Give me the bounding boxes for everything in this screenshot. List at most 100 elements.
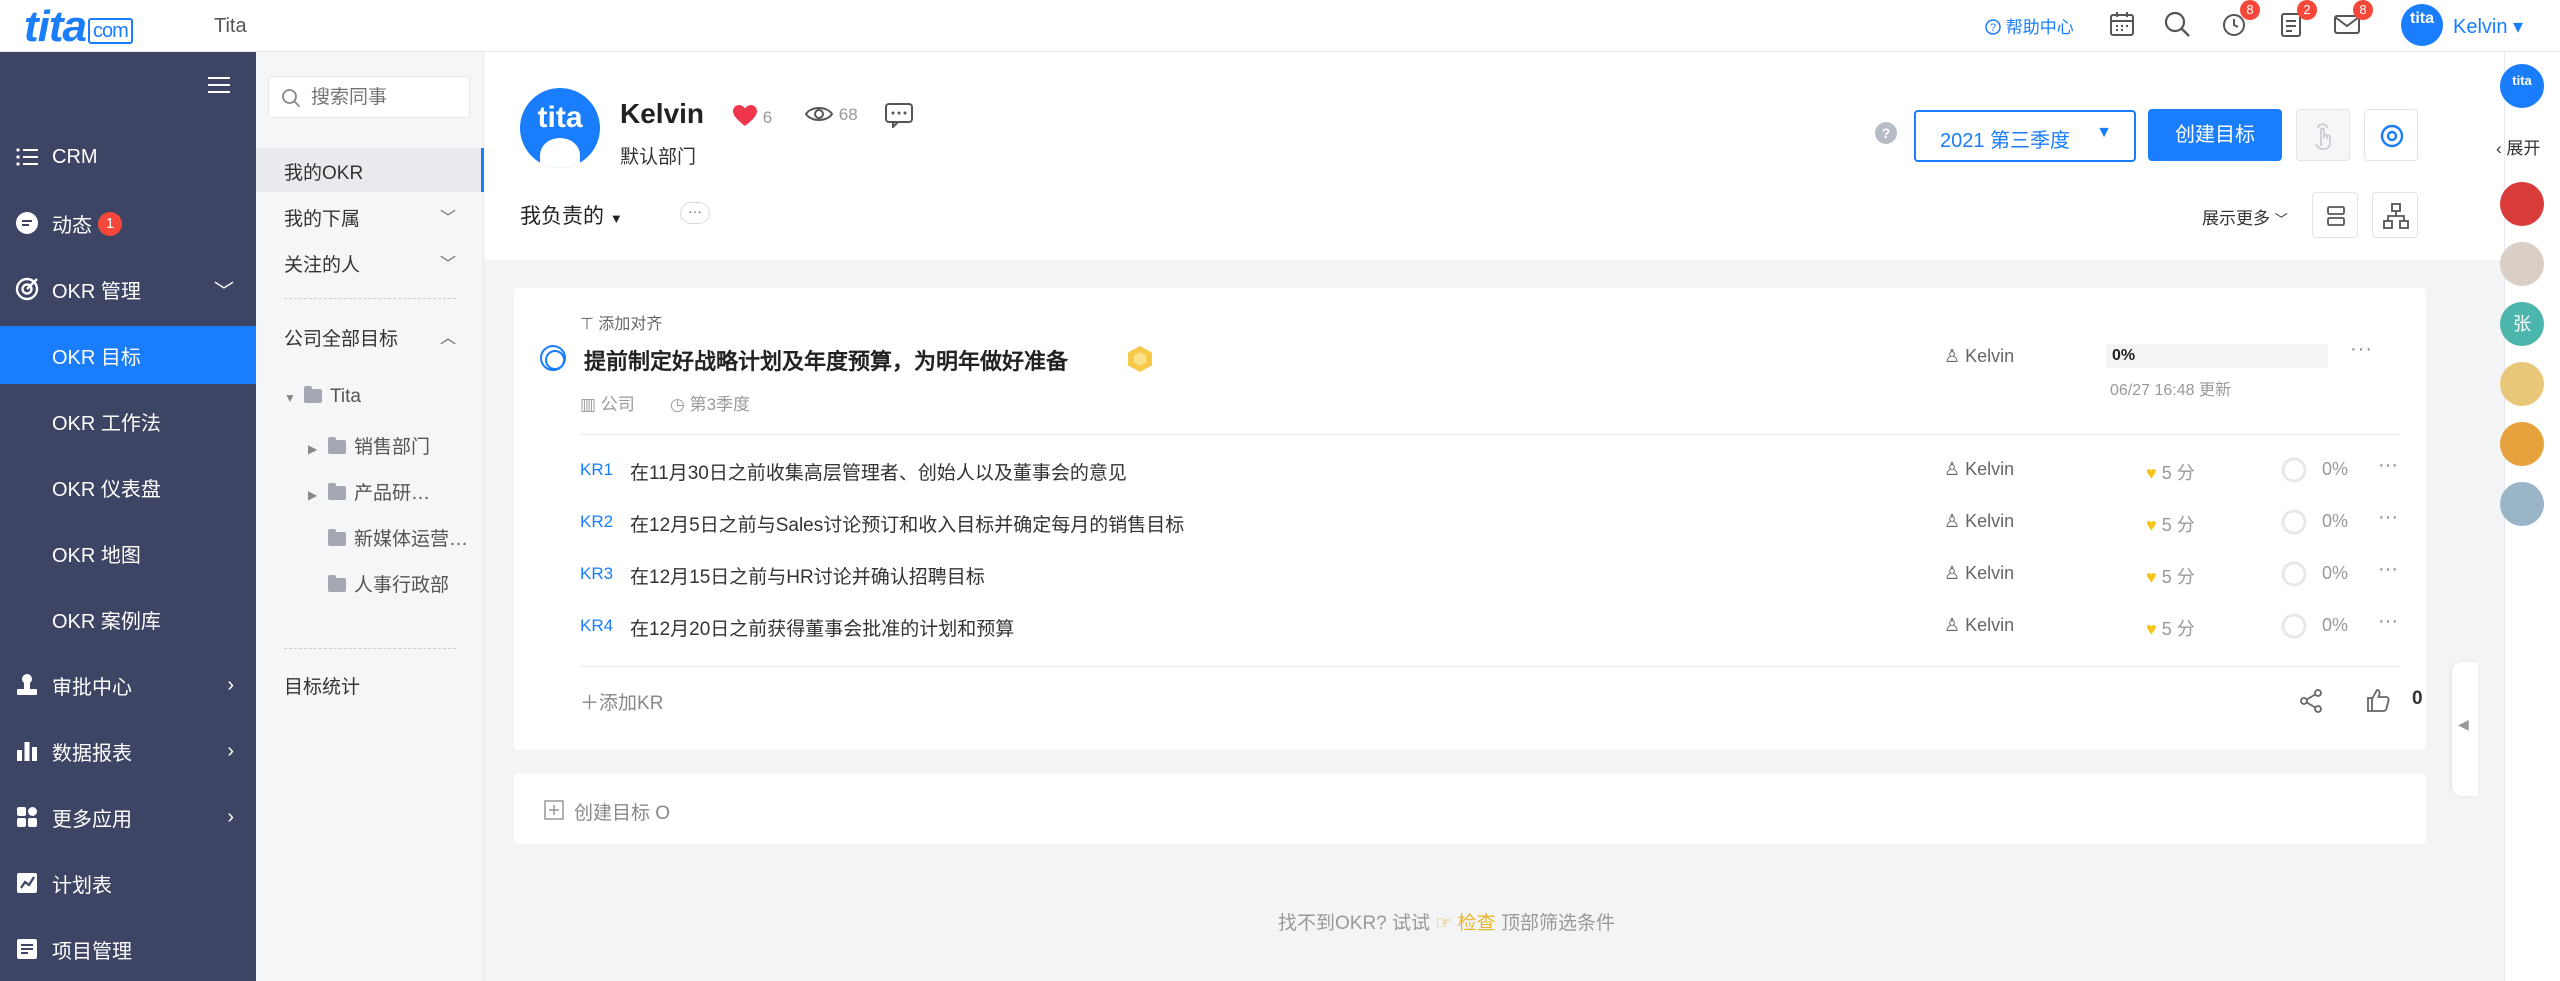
project-icon [17, 939, 37, 959]
folder-icon [328, 483, 346, 500]
tree-view-button[interactable] [2372, 192, 2418, 238]
touch-button[interactable] [2296, 109, 2350, 161]
kr-more-icon[interactable]: ··· [2378, 454, 2398, 477]
divider [284, 648, 456, 649]
quarter-select[interactable]: 2021 第三季度 ▼ [1914, 110, 2136, 162]
kr-row[interactable]: KR2 在12月5日之前与Sales讨论预订和收入目标并确定每月的销售目标 ♙ … [514, 502, 2426, 542]
building-icon: ▥ [580, 395, 597, 414]
tree-node-sales[interactable]: ▶ 销售部门 [308, 432, 430, 459]
tree-node-tita[interactable]: ▼ Tita [284, 386, 361, 408]
objective-more-icon[interactable]: ··· [2350, 338, 2373, 361]
menu-toggle-icon[interactable] [208, 76, 230, 94]
sidebar-item-okr-cases[interactable]: OKR 案例库 [0, 590, 256, 648]
heart-icon [733, 105, 757, 126]
create-goal-button[interactable]: 创建目标 [2148, 109, 2282, 161]
nav-followed[interactable]: 关注的人 ﹀ [256, 240, 484, 284]
create-objective-card[interactable]: 创建目标 O [514, 774, 2426, 844]
add-kr-button[interactable]: ＋添加KR [580, 688, 663, 715]
profile-avatar[interactable]: tita [520, 88, 600, 168]
collapse-handle[interactable]: ◀ [2452, 662, 2478, 796]
sidebar-item-approval[interactable]: 审批中心 › [0, 656, 256, 714]
rail-avatar-5[interactable] [2500, 422, 2544, 466]
settings-button[interactable] [2364, 109, 2418, 161]
check-filter-link[interactable]: ☞ 检查 [1435, 913, 1495, 934]
rail-avatar-tita[interactable]: tita [2500, 64, 2544, 108]
sidebar-item-okr-dashboard[interactable]: OKR 仪表盘 [0, 458, 256, 516]
objective-card: ⊤ 添加对齐 提前制定好战略计划及年度预算，为明年做好准备 ▥ 公司 ◷ 第3季… [514, 288, 2426, 750]
like-count: 0 [2412, 688, 2423, 709]
user-icon: ♙ [1944, 459, 1961, 479]
user-menu[interactable]: Kelvin ▾ [2453, 14, 2523, 39]
tree-node-new-media[interactable]: 新媒体运营… [328, 524, 468, 551]
tita-logo[interactable]: tita com [24, 2, 133, 52]
mail-icon[interactable]: 8 [2331, 0, 2373, 40]
tree-node-hr[interactable]: 人事行政部 [328, 570, 449, 597]
nav-subordinates[interactable]: 我的下属 ﹀ [256, 194, 484, 238]
kr-more-icon[interactable]: ··· [2378, 558, 2398, 581]
list-icon [16, 148, 38, 166]
calendar-icon[interactable] [2106, 8, 2138, 40]
alarm-clock-icon[interactable]: 8 [2218, 0, 2260, 40]
objective-title[interactable]: 提前制定好战略计划及年度预算，为明年做好准备 [584, 344, 1068, 376]
tree-node-product[interactable]: ▶ 产品研… [308, 478, 430, 505]
kr-row[interactable]: KR4 在12月20日之前获得董事会批准的计划和预算 ♙ Kelvin ♥ 5 … [514, 606, 2426, 646]
apps-icon [17, 807, 37, 827]
sidebar-item-okr-method[interactable]: OKR 工作法 [0, 392, 256, 450]
add-alignment-link[interactable]: ⊤ 添加对齐 [580, 310, 662, 334]
user-icon: ♙ [1944, 615, 1961, 635]
task-badge: 2 [2297, 0, 2317, 20]
sidebar-item-feed[interactable]: 动态 1 [0, 194, 256, 252]
objective-scope: ▥ 公司 [580, 395, 635, 414]
kr-more-icon[interactable]: ··· [2378, 610, 2398, 633]
top-bar: tita com Tita ? 帮助中心 8 2 8 tita Kelvin ▾ [0, 0, 2560, 52]
thumbs-up-icon[interactable] [2364, 686, 2392, 714]
share-icon[interactable] [2298, 688, 2324, 714]
search-icon[interactable] [2161, 8, 2193, 40]
sidebar-item-more-apps[interactable]: 更多应用 › [0, 788, 256, 846]
progress-ring-icon [2281, 457, 2307, 483]
help-center-link[interactable]: ? 帮助中心 [1985, 13, 2074, 38]
sidebar-item-okr-goals[interactable]: OKR 目标 [0, 326, 256, 384]
sidebar-item-projects[interactable]: 项目管理 [0, 920, 256, 978]
sidebar-item-reports[interactable]: 数据报表 › [0, 722, 256, 780]
rail-avatar-3[interactable]: 张 [2500, 302, 2544, 346]
sidebar-item-okr-management[interactable]: OKR 管理 ﹀ [0, 260, 256, 318]
rail-avatar-1[interactable] [2500, 182, 2544, 226]
colleague-search[interactable] [268, 76, 470, 118]
kr-more-icon[interactable]: ··· [2378, 506, 2398, 529]
chevron-down-icon: ﹀ [439, 210, 456, 227]
sidebar-item-crm[interactable]: CRM [0, 128, 256, 186]
comment-icon[interactable] [884, 102, 914, 128]
nav-goal-stats[interactable]: 目标统计 [256, 662, 484, 706]
responsibility-filter[interactable]: 我负责的 ▼ [520, 200, 623, 230]
gear-icon [2380, 124, 2404, 148]
kr-row[interactable]: KR3 在12月15日之前与HR讨论并确认招聘目标 ♙ Kelvin ♥ 5 分… [514, 554, 2426, 594]
rail-avatar-4[interactable] [2500, 362, 2544, 406]
colleague-search-input[interactable] [311, 85, 461, 111]
nav-company-goals[interactable]: 公司全部目标 ︿ [256, 314, 484, 358]
kr-row[interactable]: KR1 在11月30日之前收集高层管理者、创始人以及董事会的意见 ♙ Kelvi… [514, 450, 2426, 490]
heart-icon: ♥ [2146, 463, 2157, 483]
chat-icon [16, 212, 38, 234]
rail-avatar-6[interactable] [2500, 482, 2544, 526]
likes-stat[interactable]: 6 [732, 104, 772, 128]
divider [580, 666, 2400, 667]
sidebar-item-plan[interactable]: 计划表 [0, 854, 256, 912]
pointing-hand-icon: ☞ [1435, 913, 1453, 934]
objective-progress-bar[interactable]: 0% [2106, 344, 2328, 368]
objective-updated: 06/27 16:48 更新 [2110, 382, 2231, 399]
more-options-button[interactable]: ··· [680, 202, 710, 224]
objective-owner[interactable]: ♙ Kelvin [1944, 346, 2014, 367]
show-more-toggle[interactable]: 展示更多 ﹀ [2202, 204, 2288, 229]
rail-avatar-2[interactable] [2500, 242, 2544, 286]
sidebar-item-okr-map[interactable]: OKR 地图 [0, 524, 256, 582]
help-icon[interactable]: ? [1875, 122, 1897, 144]
chevron-down-icon: ﹀ [439, 256, 456, 273]
chevron-down-icon: ﹀ [214, 280, 234, 303]
user-avatar[interactable]: tita [2401, 4, 2443, 46]
list-view-button[interactable] [2312, 192, 2358, 238]
task-icon[interactable]: 2 [2275, 0, 2317, 40]
nav-my-okr[interactable]: 我的OKR [256, 148, 484, 192]
objective-status-icon[interactable] [540, 345, 566, 371]
expand-toggle[interactable]: ‹ 展开 [2496, 134, 2540, 159]
